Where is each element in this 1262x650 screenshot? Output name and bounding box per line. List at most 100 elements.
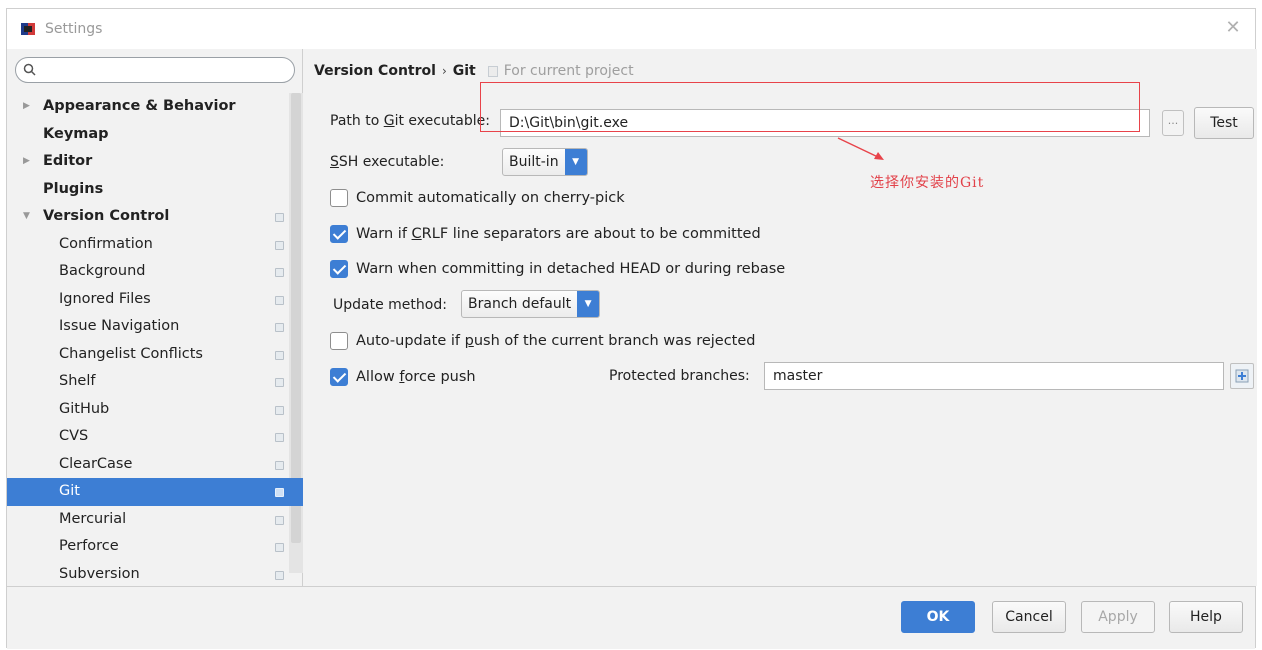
sidebar-item-label: Git: [59, 483, 80, 499]
breadcrumb-separator: ›: [441, 64, 447, 78]
search-input[interactable]: [15, 57, 295, 83]
project-scope-icon: [275, 433, 284, 442]
sidebar-item-label: Subversion: [59, 565, 140, 582]
git-path-label-pre: Path to: [330, 113, 384, 129]
ok-button[interactable]: OK: [901, 601, 975, 633]
git-path-input[interactable]: D:\Git\bin\git.exe: [500, 109, 1150, 137]
sidebar-item-perforce[interactable]: Perforce: [7, 533, 289, 561]
sidebar-item-plugins[interactable]: Plugins: [7, 176, 289, 204]
test-button[interactable]: Test: [1194, 107, 1254, 139]
auto-update-row[interactable]: Auto-update if push of the current branc…: [330, 332, 756, 350]
sidebar-item-label: Background: [59, 263, 146, 279]
sidebar-item-version-control[interactable]: ▼ Version Control: [7, 203, 289, 231]
browse-button[interactable]: ...: [1162, 110, 1184, 136]
project-scope-icon: [275, 570, 284, 580]
git-path-label-post: it executable:: [394, 113, 490, 129]
allow-force-push-checkbox[interactable]: [330, 368, 348, 386]
commit-cherry-pick-row[interactable]: Commit automatically on cherry-pick: [330, 189, 625, 207]
sidebar-item-issue-navigation[interactable]: Issue Navigation: [7, 313, 289, 341]
warn-detached-row[interactable]: Warn when committing in detached HEAD or…: [330, 260, 785, 278]
dialog-footer: OK Cancel Apply Help: [7, 586, 1255, 649]
close-icon[interactable]: ✕: [1223, 19, 1243, 37]
auto-update-pre: Auto-update if: [356, 333, 465, 349]
sidebar-item-cvs[interactable]: CVS: [7, 423, 289, 451]
ssh-label: SSH executable:: [330, 154, 444, 170]
sidebar-item-ignored-files[interactable]: Ignored Files: [7, 286, 289, 314]
chevron-down-icon[interactable]: ▼: [23, 203, 30, 231]
git-settings-panel: Version Control › Git For current projec…: [304, 49, 1257, 586]
sidebar-item-background[interactable]: Background: [7, 258, 289, 286]
update-method-value: Branch default: [468, 296, 572, 312]
sidebar-item-shelf[interactable]: Shelf: [7, 368, 289, 396]
sidebar-item-appearance-behavior[interactable]: ▶ Appearance & Behavior: [7, 93, 289, 121]
sidebar-item-git[interactable]: Git: [7, 478, 303, 506]
sidebar-scroll-thumb[interactable]: [291, 93, 301, 543]
apply-button[interactable]: Apply: [1081, 601, 1155, 633]
sidebar-item-subversion[interactable]: Subversion: [7, 561, 289, 589]
sidebar-item-editor[interactable]: ▶ Editor: [7, 148, 289, 176]
title-bar: Settings ✕: [7, 9, 1255, 49]
project-scope-icon: [275, 543, 284, 552]
ssh-executable-select[interactable]: Built-in ▼: [502, 148, 588, 176]
warn-crlf-row[interactable]: Warn if CRLF line separators are about t…: [330, 225, 761, 243]
chevron-down-icon: ▼: [564, 149, 587, 175]
chevron-right-icon[interactable]: ▶: [23, 148, 30, 176]
protected-branches-label: Protected branches:: [609, 368, 750, 384]
allow-force-push-label: Allow force push: [356, 369, 476, 385]
allow-force-push-row[interactable]: Allow force push: [330, 368, 476, 386]
sidebar-item-github[interactable]: GitHub: [7, 396, 289, 424]
project-scope-icon: [275, 460, 284, 470]
sidebar-item-label: Editor: [43, 153, 93, 169]
auto-update-mnemonic: p: [464, 333, 474, 349]
git-path-label-mnemonic: G: [383, 113, 395, 129]
sidebar-item-label: Issue Navigation: [59, 318, 180, 334]
sidebar-item-label: CVS: [59, 428, 89, 444]
sidebar-item-mercurial[interactable]: Mercurial: [7, 506, 289, 534]
sidebar-item-label: Mercurial: [59, 510, 127, 527]
sidebar-item-confirmation[interactable]: Confirmation: [7, 231, 289, 259]
scope-note: For current project: [503, 63, 634, 79]
git-path-label: Path to Git executable:: [330, 113, 490, 129]
auto-update-label: Auto-update if push of the current branc…: [356, 333, 756, 349]
sidebar-item-clearcase[interactable]: ClearCase: [7, 451, 289, 479]
sidebar-item-label: ClearCase: [59, 455, 133, 472]
protected-branches-input[interactable]: master: [764, 362, 1224, 390]
sidebar-item-label: Confirmation: [59, 235, 153, 252]
warn-crlf-checkbox[interactable]: [330, 225, 348, 243]
annotation-arrow-icon: [837, 137, 884, 160]
help-button[interactable]: Help: [1169, 601, 1243, 633]
update-method-select[interactable]: Branch default ▼: [461, 290, 601, 318]
sidebar-item-label: Changelist Conflicts: [59, 345, 203, 362]
warn-crlf-label: Warn if CRLF line separators are about t…: [356, 226, 761, 242]
window-title: Settings: [45, 21, 103, 37]
sidebar-item-label: Plugins: [43, 180, 104, 197]
breadcrumb: Version Control › Git For current projec…: [314, 63, 634, 79]
project-scope-icon: [275, 323, 284, 332]
warn-detached-checkbox[interactable]: [330, 260, 348, 278]
breadcrumb-page: Git: [452, 63, 476, 79]
breadcrumb-section[interactable]: Version Control: [314, 63, 436, 79]
chevron-right-icon[interactable]: ▶: [23, 93, 30, 121]
commit-cherry-pick-label: Commit automatically on cherry-pick: [356, 190, 625, 206]
project-scope-icon: [275, 488, 284, 497]
settings-sidebar: ▶ Appearance & Behavior Keymap ▶ Editor Plugi…: [7, 49, 303, 586]
sidebar-item-label: Keymap: [43, 125, 109, 142]
warn-crlf-post: RLF line separators are about to be comm…: [421, 226, 761, 242]
sidebar-item-label: Version Control: [43, 208, 170, 224]
allow-force-post: orce push: [404, 369, 476, 385]
sidebar-item-label: GitHub: [59, 400, 110, 417]
settings-dialog: Settings ✕ ▶ Appearance & Behavior Keymap ▶…: [6, 8, 1257, 649]
warn-crlf-pre: Warn if: [356, 226, 412, 242]
add-branch-icon[interactable]: [1230, 363, 1254, 389]
project-scope-icon: [275, 405, 284, 415]
project-scope-icon: [275, 268, 284, 277]
auto-update-checkbox[interactable]: [330, 332, 348, 350]
sidebar-item-label: Appearance & Behavior: [43, 98, 236, 114]
sidebar-item-changelist-conflicts[interactable]: Changelist Conflicts: [7, 341, 289, 369]
project-scope-icon: [275, 213, 284, 222]
sidebar-item-label: Ignored Files: [59, 290, 151, 307]
sidebar-item-keymap[interactable]: Keymap: [7, 121, 289, 149]
cancel-button[interactable]: Cancel: [992, 601, 1066, 633]
project-icon: [487, 65, 498, 77]
commit-cherry-pick-checkbox[interactable]: [330, 189, 348, 207]
